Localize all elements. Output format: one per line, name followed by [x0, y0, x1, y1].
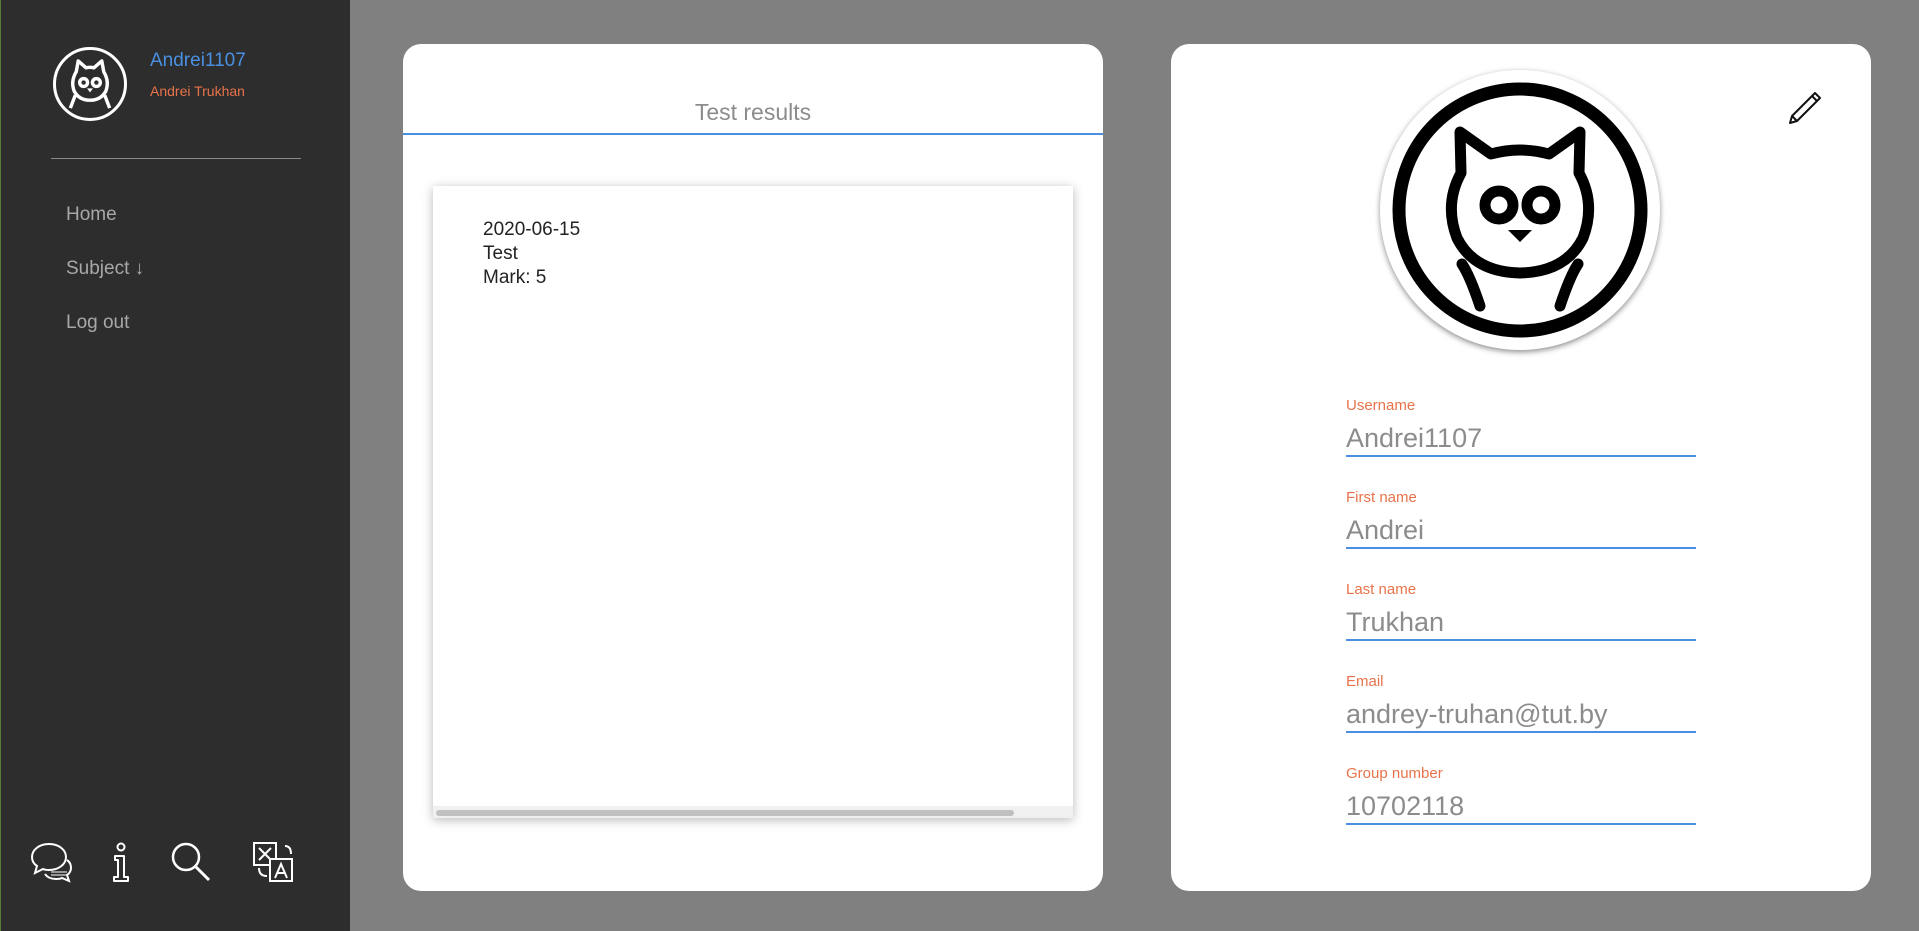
last-name-label: Last name [1346, 581, 1417, 598]
pencil-icon[interactable] [1786, 86, 1826, 126]
sidebar-username[interactable]: Andrei1107 [150, 50, 246, 72]
first-name-label: First name [1346, 489, 1417, 506]
result-date: 2020-06-15 [483, 219, 581, 240]
nav-item-subject[interactable]: Subject ↓ [66, 254, 144, 308]
nav-item-home[interactable]: Home [66, 200, 144, 254]
owl-icon [68, 59, 112, 109]
horizontal-scrollbar[interactable] [433, 806, 1073, 818]
nav-item-logout[interactable]: Log out [66, 308, 144, 362]
last-name-input[interactable] [1346, 603, 1696, 641]
translate-icon[interactable] [251, 840, 295, 884]
group-number-label: Group number [1346, 765, 1443, 782]
group-number-field: Group number [1346, 765, 1696, 825]
sidebar: Andrei1107 Andrei Trukhan Home Subject ↓… [0, 0, 350, 931]
username-input[interactable] [1346, 419, 1696, 457]
first-name-field: First name [1346, 489, 1696, 549]
info-icon[interactable] [99, 840, 143, 884]
test-results-card: Test results 2020-06-15 Test Mark: 5 [403, 44, 1103, 891]
results-list[interactable]: 2020-06-15 Test Mark: 5 [433, 186, 1073, 818]
sidebar-profile: Andrei1107 Andrei Trukhan [53, 47, 323, 122]
sidebar-tools [29, 840, 299, 884]
first-name-input[interactable] [1346, 511, 1696, 549]
sidebar-nav: Home Subject ↓ Log out [66, 200, 144, 362]
sidebar-full-name: Andrei Trukhan [150, 83, 245, 99]
result-test-name: Test [483, 243, 518, 264]
profile-avatar[interactable] [1380, 70, 1660, 350]
sidebar-divider [51, 158, 301, 159]
result-mark: Mark: 5 [483, 267, 547, 288]
search-icon[interactable] [169, 840, 213, 884]
group-number-input[interactable] [1346, 787, 1696, 825]
email-label: Email [1346, 673, 1384, 690]
username-field: Username [1346, 397, 1696, 457]
profile-card: Username First name Last name Email Grou… [1171, 44, 1871, 891]
tab-underline [403, 133, 1103, 135]
chat-icon[interactable] [29, 840, 73, 884]
last-name-field: Last name [1346, 581, 1696, 641]
tab-test-results[interactable]: Test results [403, 99, 1103, 126]
email-input[interactable] [1346, 695, 1696, 733]
scrollbar-thumb[interactable] [436, 810, 1014, 816]
email-field: Email [1346, 673, 1696, 733]
owl-icon [1392, 82, 1648, 338]
username-label: Username [1346, 397, 1416, 414]
sidebar-avatar[interactable] [53, 47, 127, 121]
result-item[interactable]: 2020-06-15 Test Mark: 5 [483, 218, 580, 290]
